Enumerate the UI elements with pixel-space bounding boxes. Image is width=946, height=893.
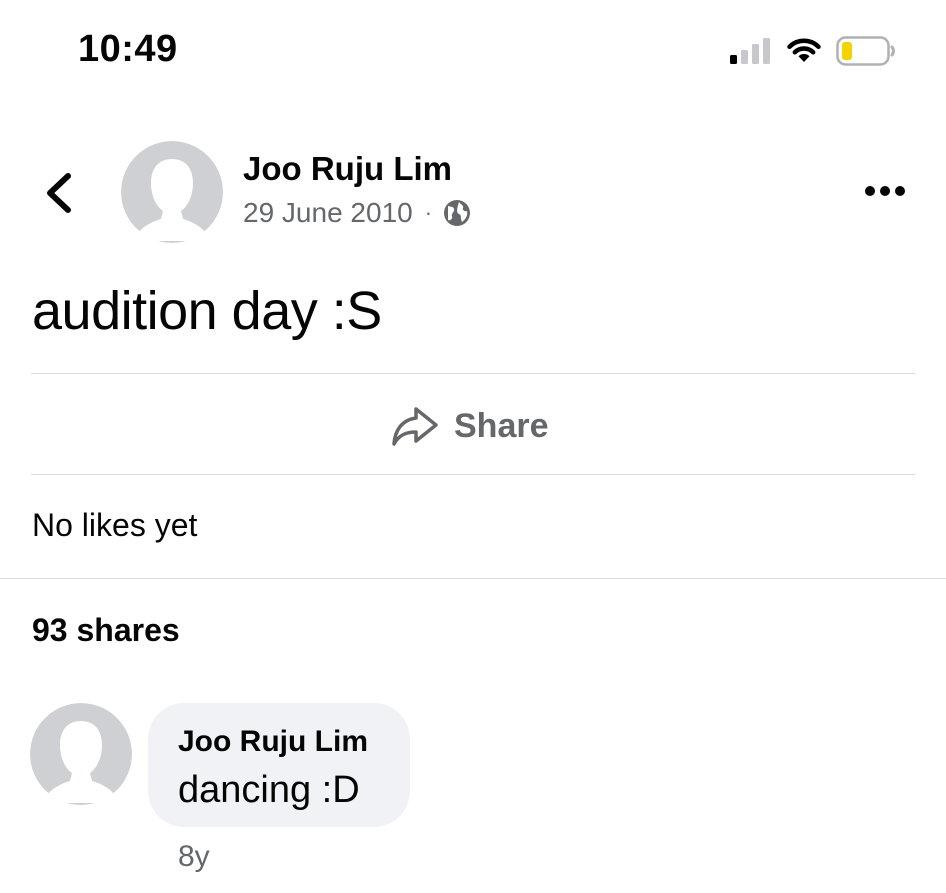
status-bar: 10:49 (0, 0, 946, 100)
divider (31, 373, 915, 374)
chevron-left-icon (47, 173, 71, 213)
status-time: 10:49 (78, 28, 178, 70)
globe-icon (444, 200, 471, 226)
post-text: audition day :S (32, 281, 382, 341)
wifi-icon (787, 38, 821, 62)
comment-bubble[interactable]: Joo Ruju Lim dancing :D (148, 703, 410, 827)
share-label: Share (454, 406, 549, 445)
commenter-avatar[interactable] (30, 703, 132, 805)
divider (31, 474, 915, 475)
meta-separator: · (424, 200, 433, 225)
ellipsis-icon (865, 186, 905, 196)
author-name[interactable]: Joo Ruju Lim (243, 150, 452, 188)
battery-low-icon (836, 36, 895, 66)
post-meta: 29 June 2010 · (243, 196, 472, 230)
comment-text: dancing :D (178, 769, 360, 811)
likes-summary: No likes yet (32, 507, 198, 543)
cellular-signal-icon (730, 38, 770, 64)
share-arrow-icon (392, 407, 438, 446)
comment-timestamp[interactable]: 8y (178, 840, 210, 874)
more-options-button[interactable] (860, 176, 910, 206)
share-button[interactable]: Share (390, 400, 549, 452)
comment-author[interactable]: Joo Ruju Lim (178, 725, 368, 759)
section-divider (0, 578, 946, 579)
author-avatar[interactable] (121, 141, 223, 243)
shares-count[interactable]: 93 shares (32, 612, 180, 649)
post-date[interactable]: 29 June 2010 (243, 197, 413, 229)
back-button[interactable] (40, 170, 80, 216)
